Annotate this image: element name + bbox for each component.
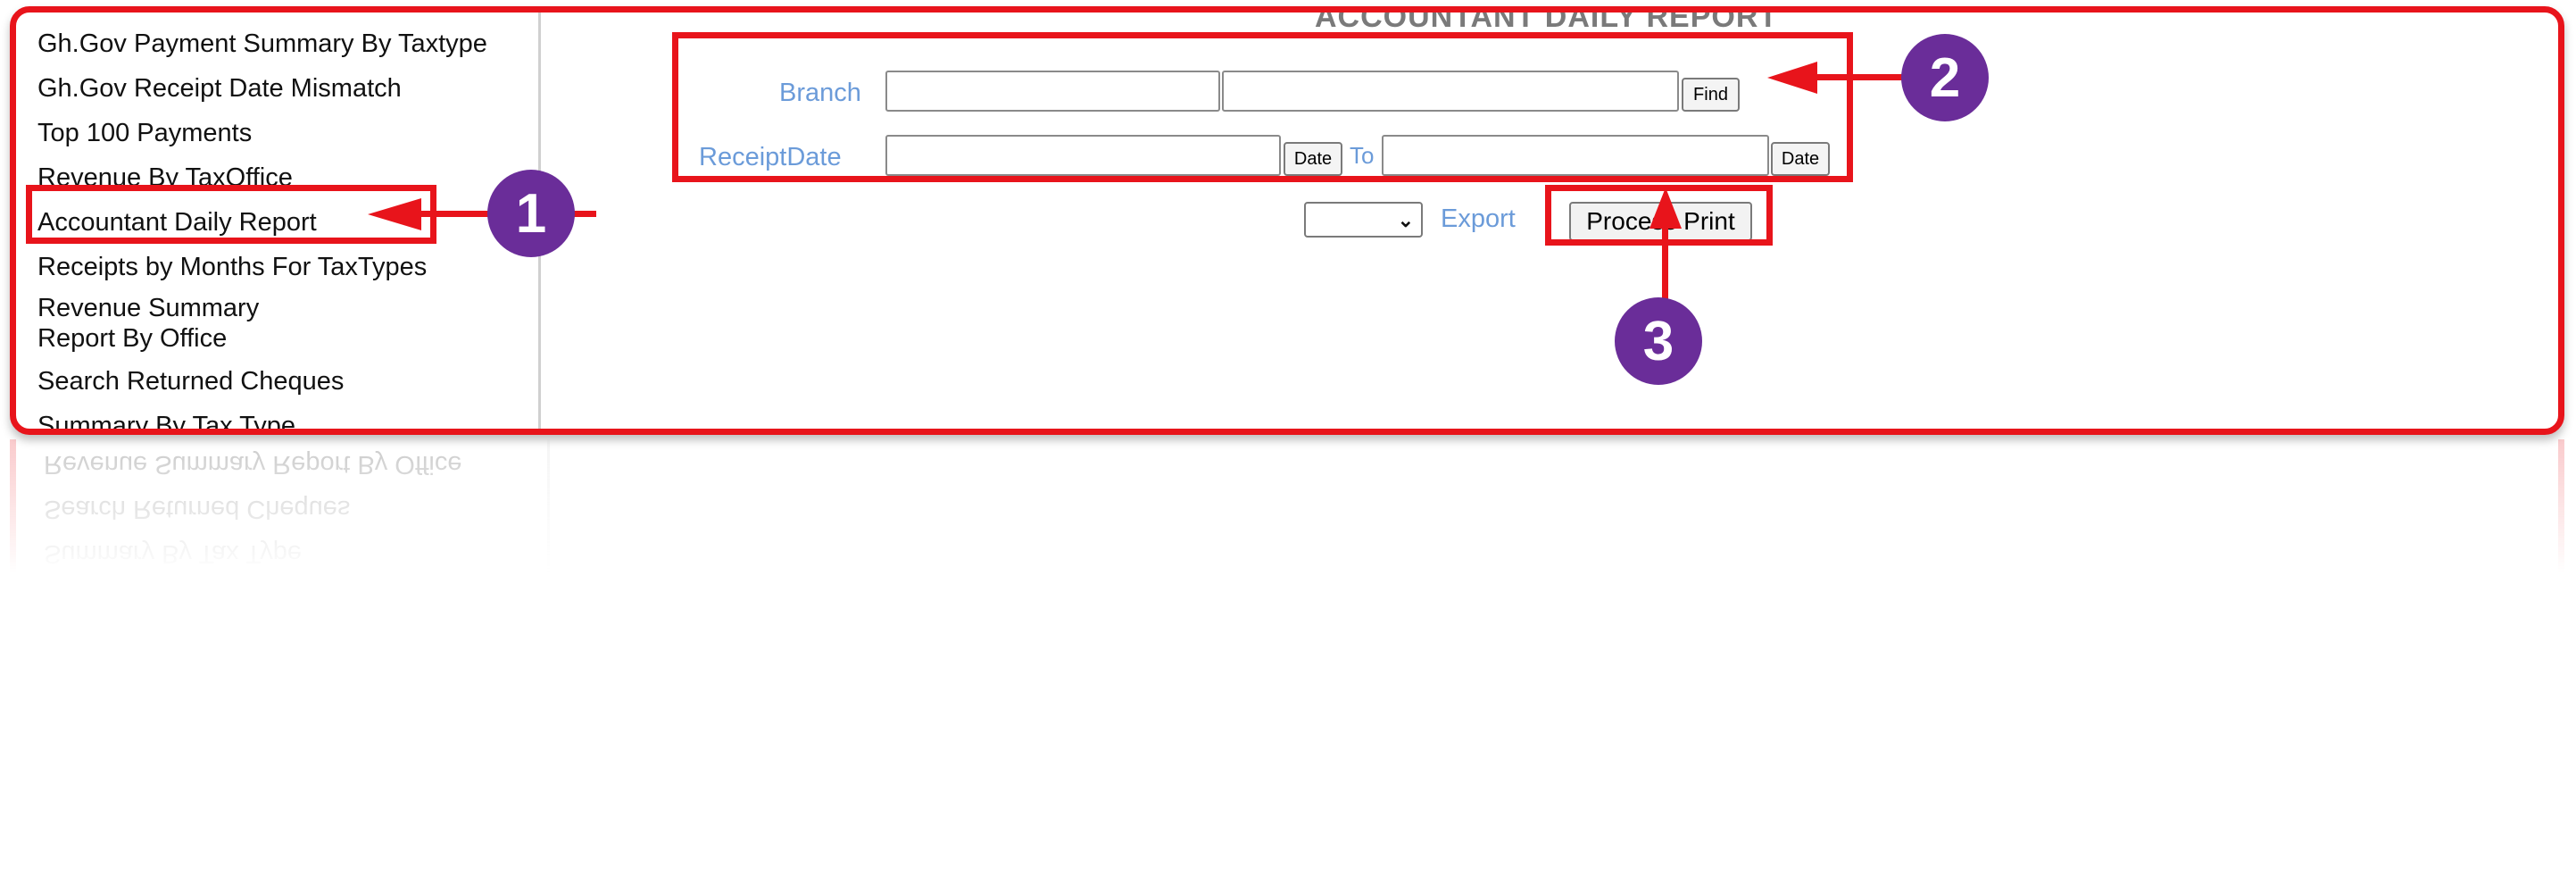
step-2-badge: 2 xyxy=(1901,34,1989,121)
arrow-1-head-icon xyxy=(368,198,421,230)
sidebar-item-gh-gov-payment-summary[interactable]: Gh.Gov Payment Summary By Taxtype xyxy=(37,29,487,59)
arrow-1-tail xyxy=(571,211,596,217)
sidebar-item-receipts-by-months[interactable]: Receipts by Months For TaxTypes xyxy=(37,252,427,282)
reflection-item-revenue: Revenue Summary Report By Office xyxy=(44,450,462,479)
reflection: Summary By Tax Type Search Returned Cheq… xyxy=(10,439,2564,573)
arrow-2-line xyxy=(1812,74,1912,80)
sidebar-item-top-100-payments[interactable]: Top 100 Payments xyxy=(37,118,252,148)
sidebar-item-summary-by-tax-type[interactable]: Summary By Tax Type xyxy=(37,411,295,429)
highlight-box-2 xyxy=(672,32,1853,182)
export-link[interactable]: Export xyxy=(1441,204,1516,234)
page-title: ACCOUNTANT DAILY REPORT xyxy=(1315,6,1779,34)
sidebar-item-search-returned-cheques[interactable]: Search Returned Cheques xyxy=(37,366,344,396)
reflection-item-summary: Summary By Tax Type xyxy=(44,539,303,568)
chevron-down-icon: ⌄ xyxy=(1397,209,1414,231)
arrow-3-head-icon xyxy=(1649,188,1682,229)
reflection-divider xyxy=(547,439,550,573)
arrow-2-head-icon xyxy=(1767,62,1817,94)
arrow-3-line xyxy=(1662,221,1668,302)
sidebar-item-gh-gov-receipt-date-mismatch[interactable]: Gh.Gov Receipt Date Mismatch xyxy=(37,73,402,104)
reflection-item-search: Search Returned Cheques xyxy=(44,495,351,523)
step-3-badge: 3 xyxy=(1615,297,1702,385)
sidebar-item-revenue-summary-by-office[interactable]: Revenue Summary Report By Office xyxy=(37,293,305,354)
export-format-select[interactable]: ⌄ xyxy=(1304,202,1423,238)
step-1-badge: 1 xyxy=(487,170,575,257)
